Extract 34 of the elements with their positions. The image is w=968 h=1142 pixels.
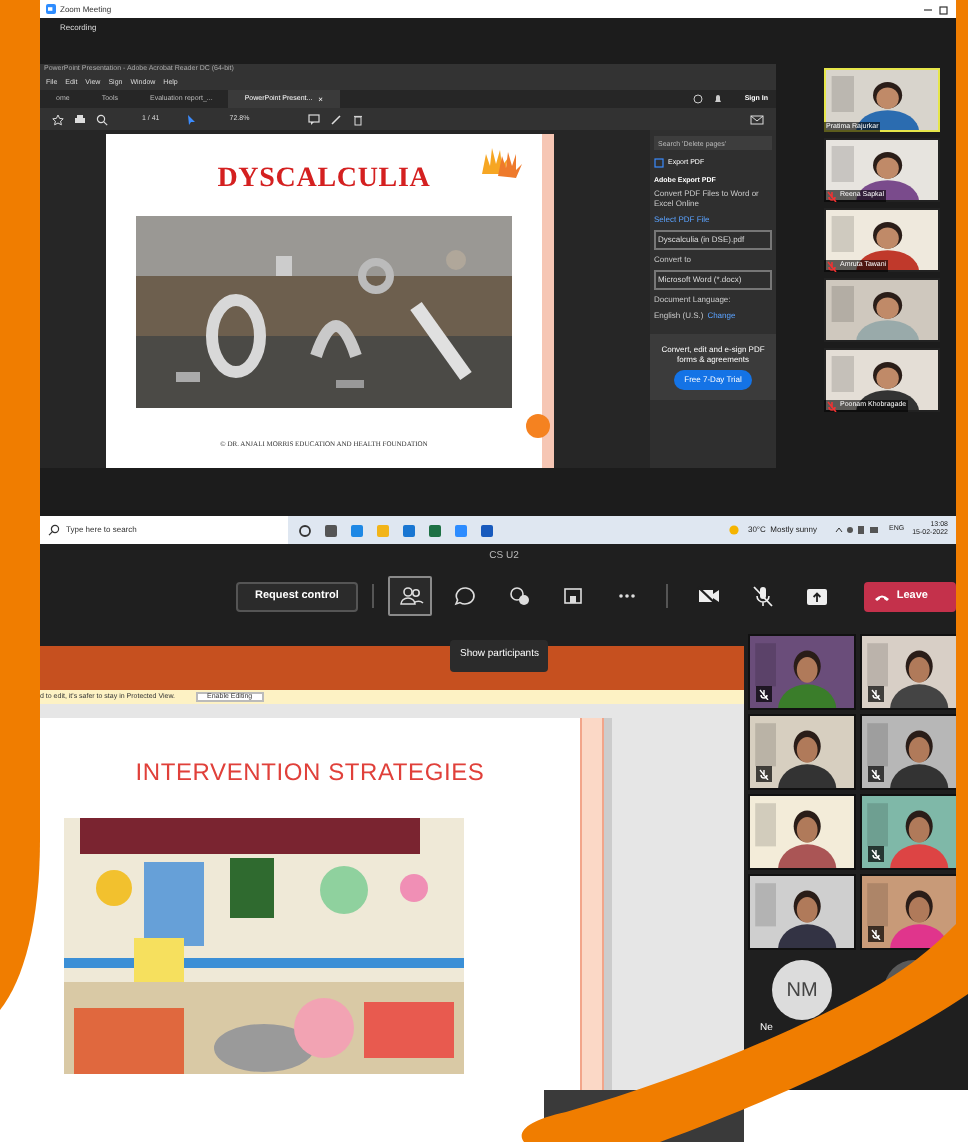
sun-icon (727, 524, 740, 536)
avatar: NM (772, 960, 832, 1020)
minimize-icon[interactable] (922, 3, 934, 15)
cursor-icon[interactable] (185, 113, 196, 125)
task-view-icon[interactable] (324, 523, 338, 537)
restore-icon[interactable] (938, 3, 950, 15)
pen-icon[interactable] (329, 113, 342, 125)
print-icon[interactable] (74, 113, 86, 125)
video-icon[interactable] (454, 523, 468, 537)
export-icon (654, 158, 664, 168)
rooms-icon (559, 583, 586, 609)
tray-icons[interactable] (833, 524, 881, 536)
share-icon (803, 583, 830, 609)
slide-title: DYSCALCULIA (217, 162, 431, 198)
circle-icon[interactable] (298, 523, 312, 537)
circle-mark (526, 414, 550, 438)
search-icon[interactable] (96, 113, 108, 125)
spreadsheet-icon[interactable] (428, 523, 442, 537)
people-icon (397, 583, 424, 609)
document-icon[interactable] (480, 523, 494, 537)
mic-off-icon (749, 583, 776, 609)
bag-icon[interactable] (402, 523, 416, 537)
chat-icon (451, 583, 478, 609)
star-icon[interactable] (52, 113, 64, 125)
trash-icon[interactable] (351, 113, 364, 125)
comment-icon[interactable] (307, 113, 320, 125)
slide-title: INTERVENTION STRATEGIES (135, 756, 485, 790)
search-icon (48, 524, 60, 536)
phone-icon (874, 591, 891, 601)
bell-icon[interactable] (712, 90, 725, 108)
help-icon[interactable] (692, 90, 705, 108)
mail-icon[interactable] (750, 113, 764, 125)
people-button[interactable] (388, 576, 433, 616)
browser-icon[interactable] (350, 523, 364, 537)
